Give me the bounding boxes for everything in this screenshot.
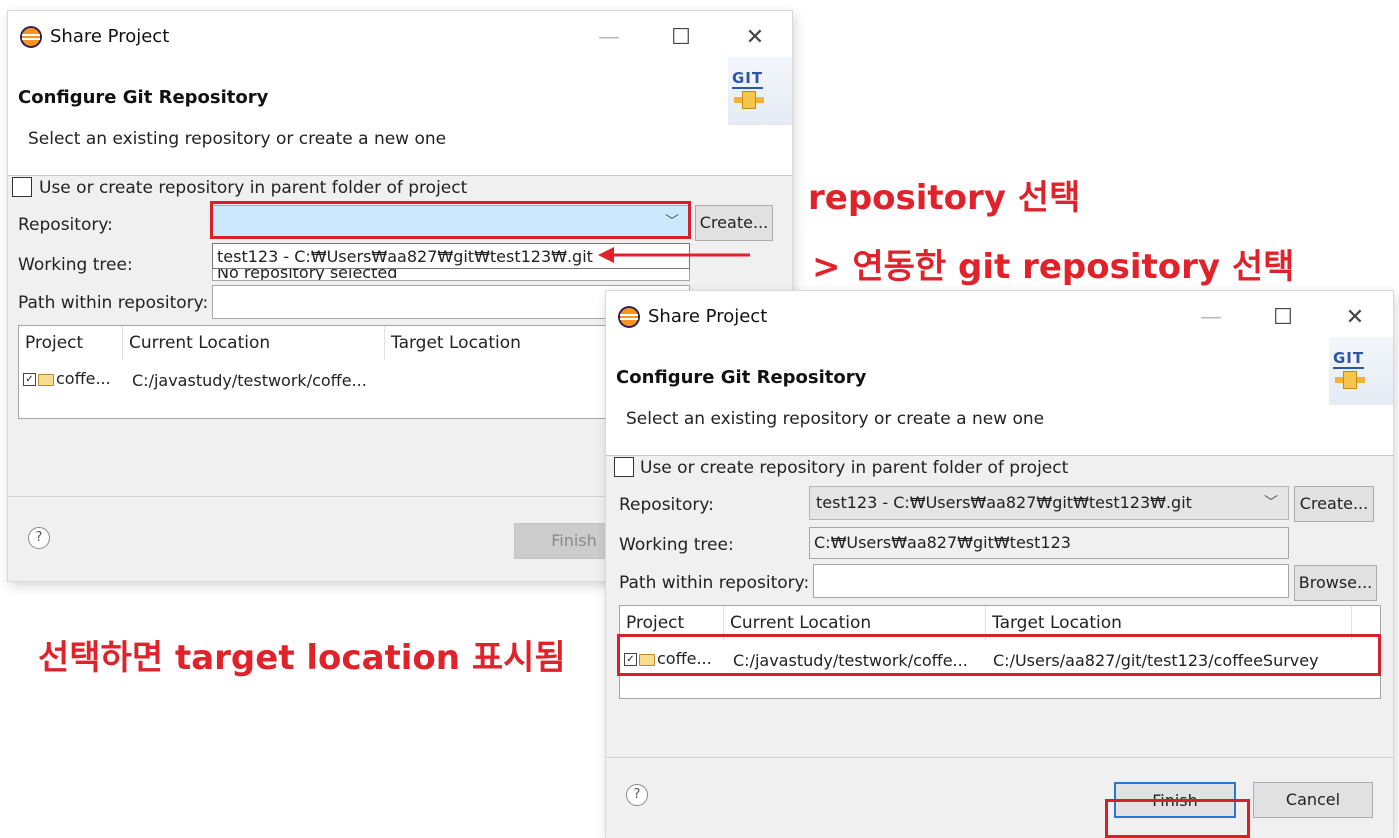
page-title: Configure Git Repository xyxy=(616,367,867,388)
close-icon[interactable]: ✕ xyxy=(1340,303,1370,333)
title-bar: Share Project — ☐ ✕ xyxy=(8,11,792,69)
col-project[interactable]: Project xyxy=(19,326,123,360)
git-logo-icon: GIT xyxy=(1329,337,1393,405)
repository-label: Repository: xyxy=(619,495,714,515)
highlight-repository-combo xyxy=(210,201,691,239)
path-field[interactable] xyxy=(813,564,1289,598)
page-title: Configure Git Repository xyxy=(18,87,269,108)
create-button[interactable]: Create... xyxy=(1294,486,1374,522)
annotation-target-location: 선택하면 target location 표시됨 xyxy=(38,638,566,678)
parent-folder-checkbox[interactable] xyxy=(12,177,32,197)
wizard-header: Configure Git Repository Select an exist… xyxy=(8,69,792,176)
create-button[interactable]: Create... xyxy=(695,205,773,241)
col-target-location[interactable]: Target Location xyxy=(385,326,625,360)
working-tree-label: Working tree: xyxy=(18,255,133,275)
row-project: coffe... xyxy=(56,369,111,388)
minimize-icon[interactable]: — xyxy=(594,23,624,53)
window-title: Share Project xyxy=(648,306,768,327)
wizard-header: Configure Git Repository Select an exist… xyxy=(606,349,1393,456)
share-project-dialog-2: Share Project — ☐ ✕ Configure Git Reposi… xyxy=(606,291,1393,838)
repository-value: test123 - C:₩Users₩aa827₩git₩test123₩.gi… xyxy=(816,493,1192,512)
cancel-button[interactable]: Cancel xyxy=(1253,782,1373,818)
close-icon[interactable]: ✕ xyxy=(740,23,770,53)
highlight-table-row xyxy=(617,634,1381,676)
eclipse-icon xyxy=(618,306,640,328)
folder-icon xyxy=(38,373,54,386)
checkbox-checked-icon[interactable]: ✓ xyxy=(23,373,36,386)
page-description: Select an existing repository or create … xyxy=(626,409,1045,429)
parent-folder-label: Use or create repository in parent folde… xyxy=(640,458,1069,478)
chevron-down-icon: ﹀ xyxy=(1264,495,1278,511)
table-row[interactable]: ✓ coffe... xyxy=(23,369,111,388)
path-label: Path within repository: xyxy=(18,293,209,313)
window-title: Share Project xyxy=(50,26,170,47)
row-current-location: C:/javastudy/testwork/coffe... xyxy=(132,371,367,390)
eclipse-icon xyxy=(20,26,42,48)
minimize-icon[interactable]: — xyxy=(1196,303,1226,333)
repository-label: Repository: xyxy=(18,215,113,235)
help-icon[interactable]: ? xyxy=(626,784,648,806)
maximize-icon[interactable]: ☐ xyxy=(666,23,696,53)
annotation-linked-repository: > 연동한 git repository 선택 xyxy=(812,247,1295,287)
parent-folder-label: Use or create repository in parent folde… xyxy=(39,178,468,198)
page-description: Select an existing repository or create … xyxy=(28,129,447,149)
repository-combo[interactable]: test123 - C:₩Users₩aa827₩git₩test123₩.gi… xyxy=(809,486,1289,520)
git-logo-icon: GIT xyxy=(728,57,792,125)
working-tree-field: C:₩Users₩aa827₩git₩test123 xyxy=(809,527,1289,559)
title-bar: Share Project — ☐ ✕ xyxy=(606,291,1393,349)
working-tree-value: C:₩Users₩aa827₩git₩test123 xyxy=(814,533,1071,552)
arrow-icon xyxy=(598,247,750,263)
dropdown-option[interactable]: test123 - C:₩Users₩aa827₩git₩test123₩.gi… xyxy=(217,247,593,266)
working-tree-label: Working tree: xyxy=(619,535,734,555)
dialog-footer: ? Finish Cancel xyxy=(606,757,1393,838)
annotation-repository-select: repository 선택 xyxy=(808,178,1081,218)
highlight-finish-button xyxy=(1105,799,1250,838)
parent-folder-checkbox[interactable] xyxy=(614,457,634,477)
help-icon[interactable]: ? xyxy=(28,527,50,549)
col-current-location[interactable]: Current Location xyxy=(123,326,385,360)
browse-button[interactable]: Browse... xyxy=(1294,565,1377,601)
path-label: Path within repository: xyxy=(619,573,810,593)
maximize-icon[interactable]: ☐ xyxy=(1268,303,1298,333)
